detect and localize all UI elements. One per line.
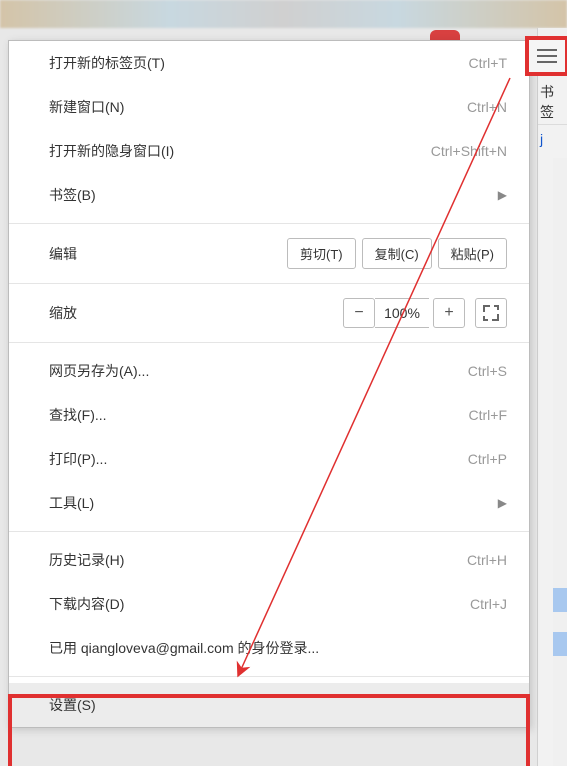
menu-label: 打开新的隐身窗口(I) (49, 141, 174, 161)
menu-label: 打开新的标签页(T) (49, 53, 165, 73)
menu-label: 网页另存为(A)... (49, 361, 149, 381)
menu-save-as[interactable]: 网页另存为(A)... Ctrl+S (9, 349, 529, 393)
menu-new-tab[interactable]: 打开新的标签页(T) Ctrl+T (9, 41, 529, 85)
menu-label: 历史记录(H) (49, 550, 124, 570)
menu-edit-row: 编辑 剪切(T) 复制(C) 粘贴(P) (9, 230, 529, 277)
fullscreen-icon (483, 305, 499, 321)
menu-label: 查找(F)... (49, 405, 107, 425)
scroll-marker (553, 588, 567, 612)
menu-label: 工具(L) (49, 493, 94, 513)
signed-in-email: qiangloveva@gmail.com (81, 640, 234, 656)
link-fragment[interactable]: j (538, 131, 567, 147)
menu-downloads[interactable]: 下载内容(D) Ctrl+J (9, 582, 529, 626)
annotation-hamburger-highlight (525, 36, 567, 76)
signed-in-text: 已用 qiangloveva@gmail.com 的身份登录... (49, 638, 319, 658)
menu-shortcut: Ctrl+P (468, 451, 507, 467)
menu-incognito[interactable]: 打开新的隐身窗口(I) Ctrl+Shift+N (9, 129, 529, 173)
menu-signed-in[interactable]: 已用 qiangloveva@gmail.com 的身份登录... (9, 626, 529, 670)
scrollbar-track[interactable] (553, 158, 567, 766)
menu-shortcut: Ctrl+J (470, 596, 507, 612)
signed-in-prefix: 已用 (49, 640, 81, 656)
right-pane: 书签 j (537, 28, 567, 766)
menu-zoom-row: 缩放 − 100% + (9, 290, 529, 336)
bookmarks-bar-label: 书签 (538, 76, 567, 125)
hamburger-icon[interactable] (537, 49, 557, 63)
menu-find[interactable]: 查找(F)... Ctrl+F (9, 393, 529, 437)
menu-separator (9, 342, 529, 343)
menu-separator (9, 676, 529, 677)
paste-button[interactable]: 粘贴(P) (438, 238, 507, 269)
menu-label: 设置(S) (49, 695, 96, 715)
menu-shortcut: Ctrl+F (469, 407, 508, 423)
menu-shortcut: Ctrl+Shift+N (431, 143, 507, 159)
menu-label: 缩放 (49, 303, 339, 323)
menu-separator (9, 223, 529, 224)
menu-shortcut: Ctrl+S (468, 363, 507, 379)
signed-in-suffix: 的身份登录... (234, 640, 320, 656)
menu-label: 编辑 (49, 244, 281, 264)
zoom-out-button[interactable]: − (343, 298, 375, 328)
cut-button[interactable]: 剪切(T) (287, 238, 356, 269)
menu-separator (9, 531, 529, 532)
menu-history[interactable]: 历史记录(H) Ctrl+H (9, 538, 529, 582)
menu-shortcut: Ctrl+T (469, 55, 508, 71)
zoom-value: 100% (375, 298, 429, 328)
menu-separator (9, 283, 529, 284)
menu-label: 书签(B) (49, 185, 96, 205)
menu-tools[interactable]: 工具(L) ▶ (9, 481, 529, 525)
menu-print[interactable]: 打印(P)... Ctrl+P (9, 437, 529, 481)
chevron-right-icon: ▶ (498, 188, 507, 202)
window-titlebar (0, 0, 567, 28)
zoom-in-button[interactable]: + (433, 298, 465, 328)
menu-label: 新建窗口(N) (49, 97, 124, 117)
scroll-marker (553, 632, 567, 656)
copy-button[interactable]: 复制(C) (362, 238, 432, 269)
fullscreen-button[interactable] (475, 298, 507, 328)
menu-bookmarks[interactable]: 书签(B) ▶ (9, 173, 529, 217)
menu-label: 下载内容(D) (49, 594, 124, 614)
menu-new-window[interactable]: 新建窗口(N) Ctrl+N (9, 85, 529, 129)
chevron-right-icon: ▶ (498, 496, 507, 510)
menu-shortcut: Ctrl+H (467, 552, 507, 568)
chrome-main-menu: 打开新的标签页(T) Ctrl+T 新建窗口(N) Ctrl+N 打开新的隐身窗… (8, 40, 530, 728)
menu-label: 打印(P)... (49, 449, 107, 469)
menu-settings[interactable]: 设置(S) (9, 683, 529, 727)
menu-shortcut: Ctrl+N (467, 99, 507, 115)
